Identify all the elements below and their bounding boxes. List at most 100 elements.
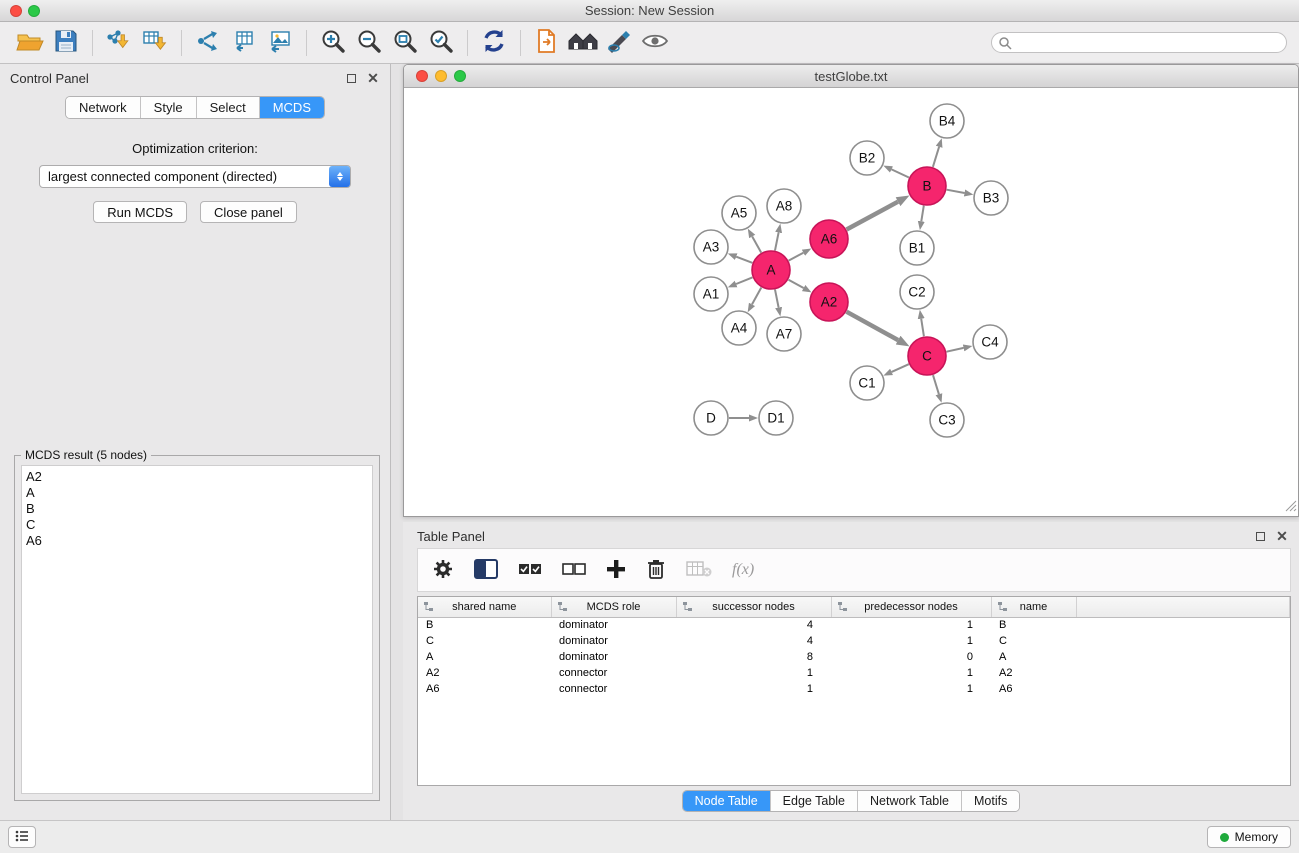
add-column-button[interactable] [606,559,626,582]
function-builder-button[interactable]: f(x) [732,561,754,579]
run-mcds-button[interactable]: Run MCDS [93,201,187,223]
column-selector-button[interactable] [474,559,498,582]
graph-node-A6[interactable]: A6 [810,220,848,258]
graph-node-A3[interactable]: A3 [694,230,728,264]
tab-network[interactable]: Network [66,97,141,118]
zoom-fit-button[interactable] [387,25,423,61]
graph-edge-A-A3[interactable] [736,257,752,263]
graph-edge-A6-B[interactable] [847,202,898,230]
tab-mcds[interactable]: MCDS [260,97,324,118]
tab-motifs[interactable]: Motifs [962,791,1019,811]
table-row[interactable]: A6connector11A6 [418,681,1290,697]
table-cell[interactable]: B [991,617,1076,633]
close-panel-action-button[interactable]: Close panel [200,201,297,223]
table-row[interactable]: Adominator80A [418,649,1290,665]
graph-node-A1[interactable]: A1 [694,277,728,311]
graph-edge-A-A8[interactable] [775,233,779,251]
zoom-selected-button[interactable] [423,25,459,61]
tab-network-table[interactable]: Network Table [858,791,962,811]
tab-select[interactable]: Select [197,97,260,118]
graph-node-B2[interactable]: B2 [850,141,884,175]
table-float-button[interactable] [1253,529,1267,543]
graph-edge-B-B3[interactable] [947,190,965,193]
save-session-button[interactable] [48,25,84,61]
result-item[interactable]: A6 [26,533,372,549]
graph-edge-A2-C[interactable] [847,312,899,340]
graph-node-A7[interactable]: A7 [767,317,801,351]
search-input[interactable] [1016,36,1278,50]
table-cell[interactable]: 1 [676,665,831,681]
graph-edge-C-C3[interactable] [933,375,939,394]
table-cell[interactable]: 0 [831,649,991,665]
graph-node-D[interactable]: D [694,401,728,435]
table-row[interactable]: Cdominator41C [418,633,1290,649]
tab-edge-table[interactable]: Edge Table [771,791,858,811]
style-wizard-button[interactable] [601,25,637,61]
open-file-button[interactable] [12,25,48,61]
graph-node-C2[interactable]: C2 [900,275,934,309]
table-cell[interactable]: A2 [418,665,551,681]
table-cell[interactable]: 4 [676,617,831,633]
graph-node-C3[interactable]: C3 [930,403,964,437]
network-window-titlebar[interactable]: testGlobe.txt [404,65,1298,88]
table-cell[interactable]: dominator [551,649,676,665]
graph-edge-A-A1[interactable] [736,277,752,284]
graph-node-B3[interactable]: B3 [974,181,1008,215]
graph-edge-A-A7[interactable] [775,290,779,308]
graph-edge-A-A2[interactable] [789,280,804,288]
table-row[interactable]: A2connector11A2 [418,665,1290,681]
apply-layout-button[interactable] [476,25,512,61]
close-panel-button[interactable]: ✕ [366,71,380,85]
export-network-button[interactable] [190,25,226,61]
table-cell[interactable]: 1 [676,681,831,697]
result-item[interactable]: C [26,517,372,533]
column-header-mcds-role[interactable]: MCDS role [551,597,676,617]
task-history-button[interactable] [8,826,36,848]
graph-node-B4[interactable]: B4 [930,104,964,138]
deselect-all-button[interactable] [562,562,586,579]
graph-edge-C-C4[interactable] [947,348,964,352]
graph-edge-A-A5[interactable] [752,237,761,253]
table-cell[interactable]: B [418,617,551,633]
table-cell[interactable]: A6 [991,681,1076,697]
graph-edge-A-A6[interactable] [789,253,804,261]
graph-node-C[interactable]: C [908,337,946,375]
zoom-in-button[interactable] [315,25,351,61]
graph-edge-B-B2[interactable] [892,169,909,177]
column-header-successor-nodes[interactable]: successor nodes [676,597,831,617]
table-cell[interactable]: 1 [831,681,991,697]
graph-node-A5[interactable]: A5 [722,196,756,230]
graph-node-A[interactable]: A [752,251,790,289]
network-minimize-button[interactable] [435,70,447,82]
float-panel-button[interactable] [344,71,358,85]
graph-edge-C-C1[interactable] [892,364,909,372]
table-cell[interactable]: connector [551,681,676,697]
table-cell[interactable]: connector [551,665,676,681]
delete-table-button[interactable] [686,560,712,581]
network-close-button[interactable] [416,70,428,82]
table-cell[interactable]: A [991,649,1076,665]
select-all-button[interactable] [518,562,542,579]
graph-edge-B-B1[interactable] [921,206,924,222]
graph-edge-B-B4[interactable] [933,147,939,167]
table-cell[interactable]: 1 [831,617,991,633]
log-console-button[interactable] [529,25,565,61]
table-cell[interactable]: A6 [418,681,551,697]
column-header-predecessor-nodes[interactable]: predecessor nodes [831,597,991,617]
resize-grip-icon[interactable] [1285,500,1297,515]
zoom-window-button[interactable] [28,5,40,17]
graph-edge-A-A4[interactable] [752,288,761,305]
table-cell[interactable]: A [418,649,551,665]
table-cell[interactable]: 4 [676,633,831,649]
table-settings-button[interactable] [432,558,454,583]
table-cell[interactable]: 8 [676,649,831,665]
export-table-button[interactable] [226,25,262,61]
graph-node-A8[interactable]: A8 [767,189,801,223]
graph-node-A2[interactable]: A2 [810,283,848,321]
optimization-dropdown[interactable]: largest connected component (directed) [39,165,351,188]
tab-style[interactable]: Style [141,97,197,118]
table-close-button[interactable]: ✕ [1275,529,1289,543]
graph-node-A4[interactable]: A4 [722,311,756,345]
mcds-result-list[interactable]: A2ABCA6 [21,465,373,794]
memory-button[interactable]: Memory [1207,826,1291,848]
